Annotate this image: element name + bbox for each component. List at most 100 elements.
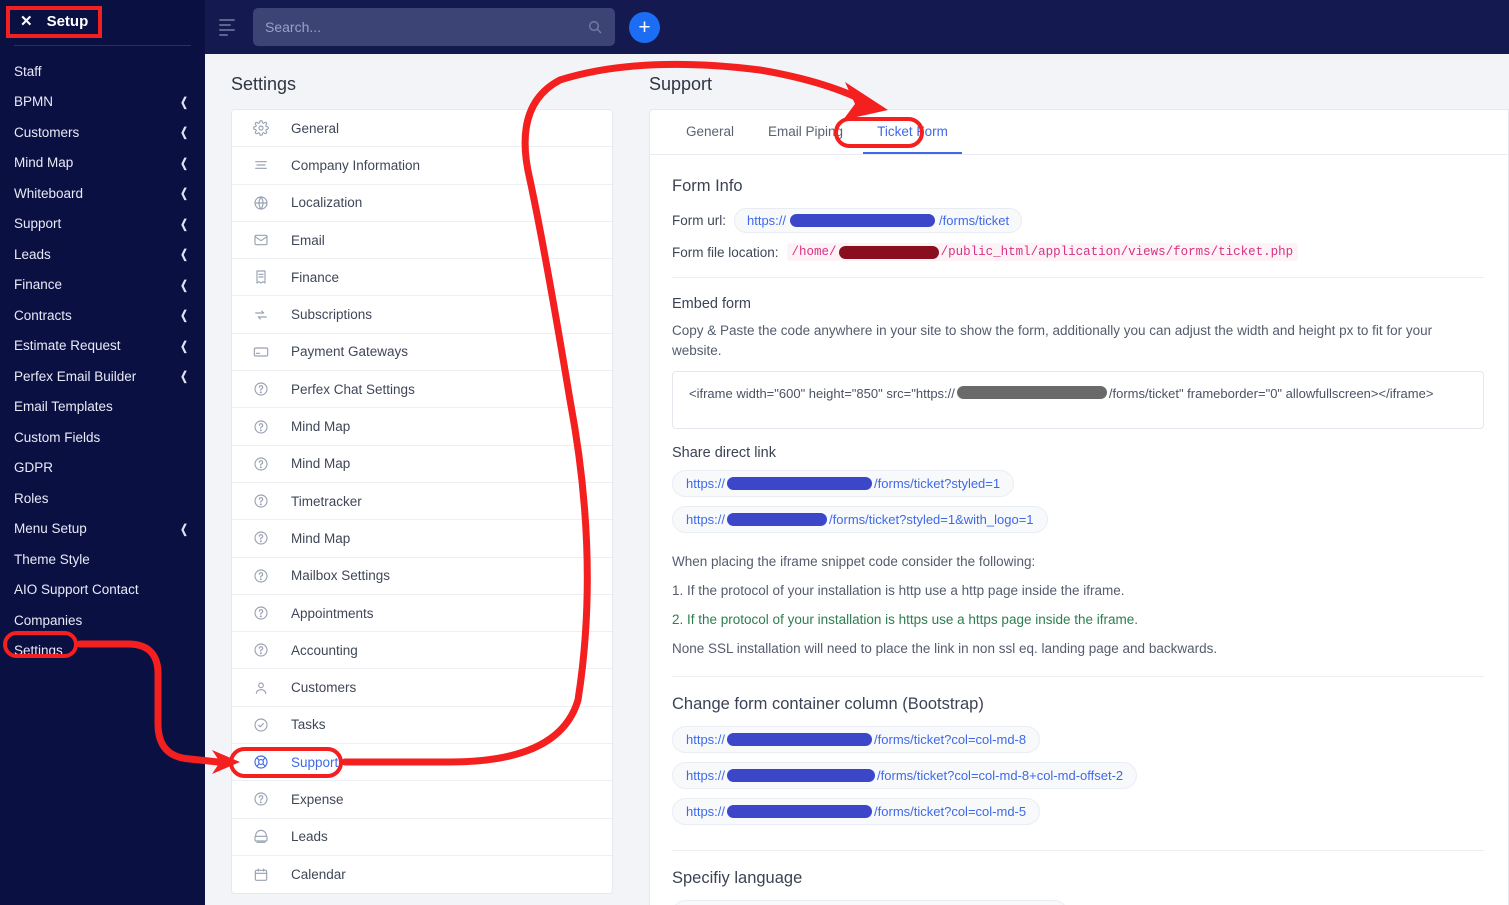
- add-button[interactable]: +: [629, 11, 660, 43]
- sidebar-item-leads[interactable]: Leads ❮: [0, 239, 205, 270]
- notes-intro: When placing the iframe snippet code con…: [672, 553, 1036, 569]
- settings-list-item-company-information[interactable]: Company Information: [232, 147, 612, 185]
- sidebar-item-estimate-request[interactable]: Estimate Request ❮: [0, 331, 205, 362]
- link-chip[interactable]: https:// /forms/ticket?col=col-md-8+col-m…: [672, 761, 1138, 789]
- chevron-left-icon[interactable]: ❮: [180, 522, 188, 536]
- link-suffix: /forms/ticket?col=col-md-8: [874, 731, 1027, 747]
- link-chip[interactable]: https:// /forms/ticket?col=col-md-5: [672, 797, 1041, 825]
- settings-list-item-mind-map[interactable]: Mind Map: [232, 520, 612, 558]
- sidebar-item-label: BPMN: [14, 94, 54, 110]
- search-box[interactable]: [253, 8, 615, 46]
- chevron-left-icon[interactable]: ❮: [180, 125, 188, 139]
- close-icon[interactable]: ✕: [20, 14, 33, 29]
- sidebar-item-gdpr[interactable]: GDPR: [0, 453, 205, 484]
- hamburger-icon[interactable]: [219, 18, 239, 36]
- sidebar-item-email-templates[interactable]: Email Templates: [0, 392, 205, 423]
- notes-line-1: 1. If the protocol of your installation …: [672, 582, 1125, 598]
- settings-list-item-mind-map[interactable]: Mind Map: [232, 408, 612, 446]
- sidebar-item-staff[interactable]: Staff: [0, 56, 205, 87]
- settings-list-item-tasks[interactable]: Tasks: [232, 706, 612, 745]
- sidebar-item-menu-setup[interactable]: Menu Setup ❮: [0, 514, 205, 545]
- sidebar-item-whiteboard[interactable]: Whiteboard ❮: [0, 178, 205, 209]
- link-chip[interactable]: https:// /forms/ticket?col=col-md-8: [672, 725, 1041, 753]
- sidebar-item-label: Settings: [14, 643, 63, 659]
- sidebar-item-label: Customers: [14, 124, 80, 140]
- sidebar-item-mind-map[interactable]: Mind Map ❮: [0, 148, 205, 179]
- sidebar-item-custom-fields[interactable]: Custom Fields: [0, 422, 205, 453]
- redacted-domain: [727, 804, 873, 818]
- sidebar-item-contracts[interactable]: Contracts ❮: [0, 300, 205, 331]
- sidebar-item-aio-support-contact[interactable]: AIO Support Contact: [0, 575, 205, 606]
- settings-list-item-label: Timetracker: [291, 493, 362, 509]
- settings-list-item-perfex-chat-settings[interactable]: Perfex Chat Settings: [232, 371, 612, 409]
- sidebar-item-label: Contracts: [14, 307, 72, 323]
- settings-list-item-customers[interactable]: Customers: [232, 669, 612, 707]
- form-url-chip[interactable]: https:// /forms/ticket: [734, 208, 1023, 233]
- settings-list-item-general[interactable]: General: [232, 110, 612, 148]
- chevron-left-icon[interactable]: ❮: [180, 339, 188, 353]
- tab-ticket-form[interactable]: Ticket Form: [863, 110, 962, 154]
- search-input[interactable]: [265, 19, 587, 35]
- sidebar-item-bpmn[interactable]: BPMN ❮: [0, 87, 205, 118]
- chevron-left-icon[interactable]: ❮: [180, 156, 188, 170]
- tab-general[interactable]: General: [672, 110, 748, 154]
- settings-list-item-subscriptions[interactable]: Subscriptions: [232, 296, 612, 334]
- settings-list-item-leads[interactable]: Leads: [232, 818, 612, 856]
- chevron-left-icon[interactable]: ❮: [180, 247, 188, 261]
- settings-list-item-finance[interactable]: Finance: [232, 259, 612, 297]
- embed-snippet-box[interactable]: <iframe width="600" height="850" src="ht…: [672, 370, 1484, 429]
- notes-line-3: None SSL installation will need to place…: [672, 641, 1218, 657]
- sidebar-header[interactable]: ✕ Setup: [0, 0, 205, 42]
- sidebar-item-perfex-email-builder[interactable]: Perfex Email Builder ❮: [0, 361, 205, 392]
- sidebar-item-support[interactable]: Support ❮: [0, 209, 205, 240]
- sidebar-item-settings[interactable]: Settings: [0, 636, 205, 667]
- sidebar-item-label: AIO Support Contact: [14, 582, 139, 598]
- sidebar-item-label: Roles: [14, 490, 49, 506]
- share-heading: Share direct link: [672, 444, 776, 461]
- settings-list-item-label: Appointments: [291, 605, 374, 621]
- bootstrap-links: https:///forms/ticket?col=col-md-8 https:…: [672, 725, 1484, 834]
- sidebar-divider: [14, 45, 191, 46]
- settings-list-item-appointments[interactable]: Appointments: [232, 594, 612, 633]
- link-chip[interactable]: https:// /forms/ticket?styled=1&with_logo…: [672, 505, 1048, 533]
- chevron-left-icon[interactable]: ❮: [180, 308, 188, 322]
- settings-list-item-payment-gateways[interactable]: Payment Gateways: [232, 333, 612, 372]
- link-chip[interactable]: https:// /forms/ticket?styled=1: [672, 469, 1015, 497]
- lifebuoy-icon: [252, 754, 269, 771]
- settings-list-item-expense[interactable]: Expense: [232, 781, 612, 819]
- chevron-left-icon[interactable]: ❮: [180, 217, 188, 231]
- settings-list-item-calendar[interactable]: Calendar: [232, 855, 612, 894]
- link-prefix: https://: [686, 731, 726, 747]
- credit-card-icon: [252, 343, 269, 360]
- chevron-left-icon[interactable]: ❮: [180, 278, 188, 292]
- settings-list-item-localization[interactable]: Localization: [232, 184, 612, 222]
- settings-list-item-label: Leads: [291, 829, 328, 845]
- question-circle-icon: [252, 567, 269, 584]
- settings-list-item-timetracker[interactable]: Timetracker: [232, 482, 612, 521]
- sidebar-item-label: Whiteboard: [14, 185, 84, 201]
- sidebar-item-customers[interactable]: Customers ❮: [0, 117, 205, 148]
- sidebar-item-roles[interactable]: Roles: [0, 483, 205, 514]
- embed-heading: Embed form: [672, 296, 751, 312]
- bootstrap-heading: Change form container column (Bootstrap): [672, 694, 984, 713]
- sidebar-item-theme-style[interactable]: Theme Style: [0, 544, 205, 575]
- sidebar-item-companies[interactable]: Companies: [0, 605, 205, 636]
- chevron-left-icon[interactable]: ❮: [180, 186, 188, 200]
- support-column: Support General Email Piping Ticket Form F…: [625, 54, 1509, 905]
- settings-list-item-label: Support: [291, 754, 339, 770]
- sidebar-item-finance[interactable]: Finance ❮: [0, 270, 205, 301]
- settings-list-item-mailbox-settings[interactable]: Mailbox Settings: [232, 557, 612, 595]
- chevron-left-icon[interactable]: ❮: [180, 95, 188, 109]
- settings-list-item-email[interactable]: Email: [232, 221, 612, 260]
- settings-list-item-support[interactable]: Support: [232, 744, 612, 782]
- list-icon: [252, 157, 269, 174]
- language-links: https:///forms/ticket?language=english: [672, 899, 1484, 905]
- tab-email-piping[interactable]: Email Piping: [754, 110, 857, 154]
- link-chip[interactable]: https:///forms/ticket?language=english: [672, 899, 1068, 905]
- link-prefix: https://: [686, 803, 726, 819]
- sidebar-item-label: Theme Style: [14, 551, 90, 567]
- settings-list-item-accounting[interactable]: Accounting: [232, 632, 612, 670]
- settings-list-item-mind-map[interactable]: Mind Map: [232, 445, 612, 483]
- chevron-left-icon[interactable]: ❮: [180, 369, 188, 383]
- settings-list-item-label: Tasks: [291, 717, 326, 733]
